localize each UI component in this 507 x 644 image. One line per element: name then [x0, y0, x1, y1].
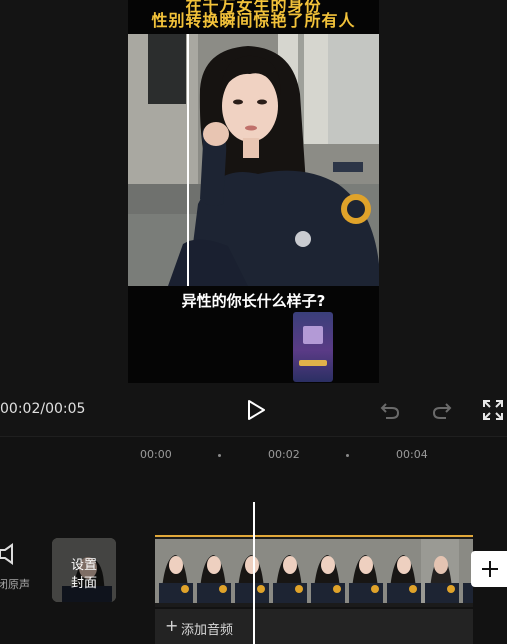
bottom-caption: 异性的你长什么样子? — [181, 292, 326, 310]
add-clip-button[interactable] — [471, 551, 507, 587]
top-caption: 在千万女生的身份 性别转换瞬间惊艳了所有人 — [128, 0, 379, 34]
video-preview[interactable]: 在千万女生的身份 性别转换瞬间惊艳了所有人 异性的你长什么样子? — [128, 0, 379, 383]
playback-controls: 00:02/00:05 — [0, 386, 507, 436]
timeline: 00:00 00:02 00:04 关闭原声 设置 封面 — [0, 436, 507, 644]
ruler-dot — [218, 454, 221, 457]
clip-frame-thumbnail — [269, 539, 307, 603]
clip-frame-thumbnail — [383, 539, 421, 603]
top-caption-line2: 性别转换瞬间惊艳了所有人 — [151, 11, 356, 30]
add-audio-button[interactable]: + 添加音频 — [155, 609, 473, 644]
cover-label-line2: 封面 — [70, 576, 97, 591]
add-audio-label: 添加音频 — [181, 623, 234, 638]
clip-frame-thumbnail — [155, 539, 193, 603]
ruler-label: 00:02 — [268, 448, 300, 461]
plus-icon: + — [165, 616, 179, 635]
video-frame-image — [128, 34, 379, 286]
undo-icon[interactable] — [378, 398, 402, 422]
preview-playhead-line — [187, 34, 189, 286]
ruler-label: 00:04 — [396, 448, 428, 461]
clip-frame-thumbnail — [193, 539, 231, 603]
sticker-image — [293, 312, 333, 382]
bottom-caption-area: 异性的你长什么样子? — [128, 286, 379, 383]
clip-frame-thumbnail — [231, 539, 269, 603]
redo-icon[interactable] — [430, 398, 454, 422]
clip-frame-thumbnail — [345, 539, 383, 603]
speaker-mute-icon — [0, 543, 13, 565]
set-cover-button[interactable]: 设置 封面 — [52, 538, 116, 602]
clip-frame-thumbnail — [307, 539, 345, 603]
fullscreen-icon[interactable] — [481, 398, 505, 422]
cover-label-line1: 设置 — [70, 558, 97, 573]
time-readout: 00:02/00:05 — [0, 401, 86, 417]
clip-frame-thumbnail — [421, 539, 459, 603]
mute-label-text: 关闭原声 — [0, 578, 30, 591]
video-clip-track[interactable] — [155, 535, 473, 607]
sticker-inner — [303, 326, 323, 344]
ruler-dot — [346, 454, 349, 457]
ruler-label: 00:00 — [140, 448, 172, 461]
timeline-playhead[interactable] — [253, 502, 255, 644]
play-icon[interactable] — [244, 398, 268, 422]
mute-original-audio-label: 关闭原声 — [0, 576, 30, 592]
preview-area: 在千万女生的身份 性别转换瞬间惊艳了所有人 异性的你长什么样子? — [0, 0, 507, 386]
video-editor-screen: 在千万女生的身份 性别转换瞬间惊艳了所有人 异性的你长什么样子? 00:02/0… — [0, 0, 507, 644]
sticker-bar — [299, 360, 327, 366]
